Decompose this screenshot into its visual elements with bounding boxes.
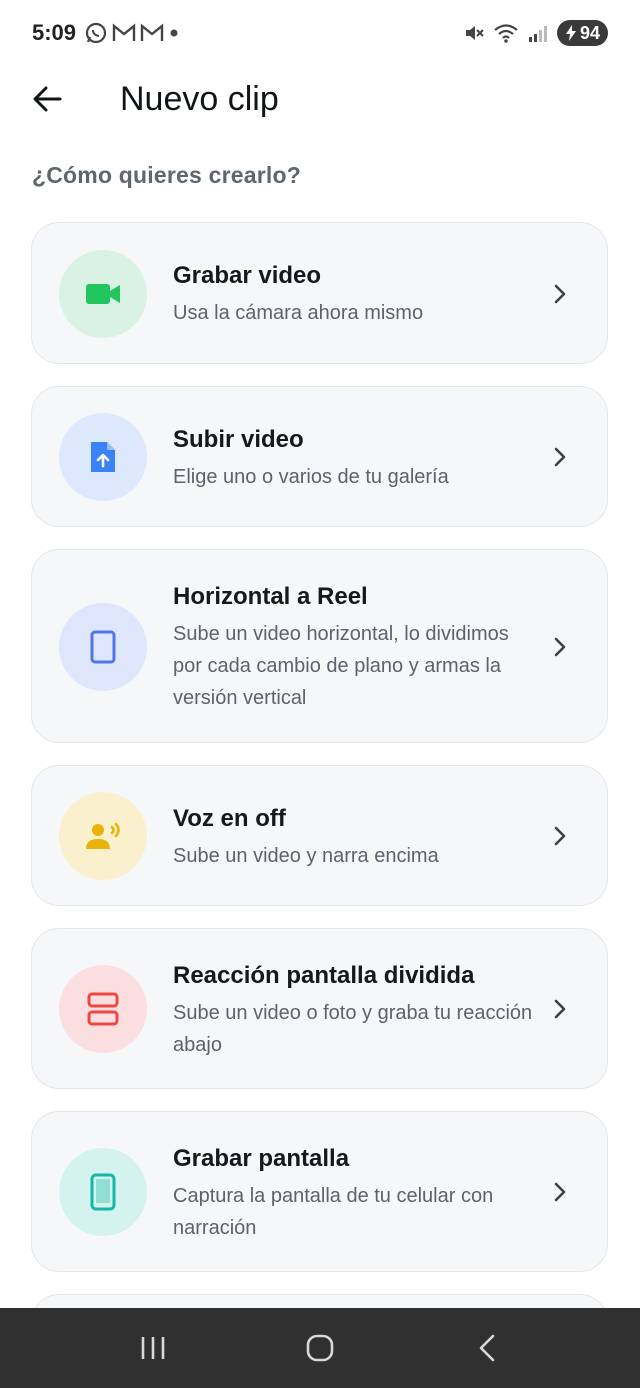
status-left: 5:09: [32, 20, 180, 46]
chevron-right-icon: [554, 637, 566, 657]
more-notifications-dot-icon: [170, 29, 178, 37]
option-horizontal-to-reel[interactable]: Horizontal a Reel Sube un video horizont…: [31, 549, 608, 743]
option-description: Sube un video y narra encima: [173, 845, 439, 867]
back-button[interactable]: [22, 74, 72, 124]
gmail-icon: [112, 23, 136, 41]
option-record-screen[interactable]: Grabar pantalla Captura la pantalla de t…: [31, 1111, 608, 1272]
option-text: Grabar pantalla Captura la pantalla de t…: [173, 1144, 537, 1244]
icon-circle: [59, 250, 147, 338]
option-voice-over[interactable]: Voz en off Sube un video y narra encima: [31, 765, 608, 906]
chevron-right-icon: [554, 999, 566, 1019]
chevron-right-icon: [554, 1182, 566, 1202]
option-text: Horizontal a Reel Sube un video horizont…: [173, 582, 537, 714]
option-title: Grabar pantalla: [173, 1145, 350, 1172]
option-upload-video[interactable]: Subir video Elige uno o varios de tu gal…: [31, 386, 608, 527]
signal-icon: [528, 26, 547, 42]
chevron-right-icon: [554, 447, 566, 467]
page-title: Nuevo clip: [120, 80, 279, 118]
chevron-right-icon: [554, 826, 566, 846]
voice-over-icon: [86, 822, 120, 849]
recent-apps-icon: [142, 1337, 165, 1359]
wifi-icon: [494, 24, 518, 43]
icon-circle: [59, 413, 147, 501]
option-text: Grabar video Usa la cámara ahora mismo: [173, 261, 537, 329]
option-description: Elige uno o varios de tu galería: [173, 466, 449, 488]
battery-indicator: 94: [556, 20, 608, 46]
option-split-screen-reaction[interactable]: Reacción pantalla dividida Sube un video…: [31, 928, 608, 1089]
status-time: 5:09: [32, 20, 77, 45]
option-description: Captura la pantalla de tu celular con na…: [173, 1185, 494, 1239]
status-bar: 5:09 94: [0, 0, 640, 66]
system-navigation-bar: [0, 1308, 640, 1388]
option-title: Horizontal a Reel: [173, 583, 368, 610]
section-prompt: ¿Cómo quieres crearlo?: [32, 162, 301, 188]
phone-screen-icon: [90, 1173, 116, 1211]
back-chevron-icon: [479, 1334, 494, 1362]
status-right: 94: [463, 20, 608, 46]
option-title: Voz en off: [173, 805, 286, 832]
option-title: Subir video: [173, 426, 304, 453]
vertical-frame-icon: [90, 630, 116, 664]
gmail-icon: [140, 23, 164, 41]
option-title: Grabar video: [173, 262, 322, 289]
upload-file-icon: [91, 442, 115, 472]
split-screen-icon: [87, 992, 119, 1026]
battery-level: 94: [579, 22, 600, 43]
notification-icons: [84, 21, 180, 45]
icon-circle: [59, 965, 147, 1053]
option-description: Sube un video o foto y graba tu reacción…: [173, 1002, 533, 1056]
home-icon: [306, 1334, 334, 1362]
option-text: Subir video Elige uno o varios de tu gal…: [173, 425, 537, 493]
arrow-left-icon: [33, 86, 62, 112]
option-text: Reacción pantalla dividida Sube un video…: [173, 961, 537, 1061]
home-button[interactable]: [285, 1318, 355, 1378]
mute-icon: [465, 26, 484, 40]
icon-circle: [59, 1148, 147, 1236]
chevron-right-icon: [554, 284, 566, 304]
system-back-button[interactable]: [452, 1318, 522, 1378]
charging-bolt-icon: [565, 25, 576, 41]
option-record-video[interactable]: Grabar video Usa la cámara ahora mismo: [31, 222, 608, 364]
option-title: Reacción pantalla dividida: [173, 962, 475, 989]
whatsapp-icon: [85, 22, 107, 44]
icon-circle: [59, 792, 147, 880]
icon-circle: [59, 603, 147, 691]
recent-apps-button[interactable]: [118, 1318, 188, 1378]
option-description: Sube un video horizontal, lo dividimos p…: [173, 623, 509, 709]
option-text: Voz en off Sube un video y narra encima: [173, 804, 537, 872]
app-bar: Nuevo clip: [0, 66, 640, 132]
video-camera-icon: [86, 284, 120, 304]
option-description: Usa la cámara ahora mismo: [173, 302, 424, 324]
